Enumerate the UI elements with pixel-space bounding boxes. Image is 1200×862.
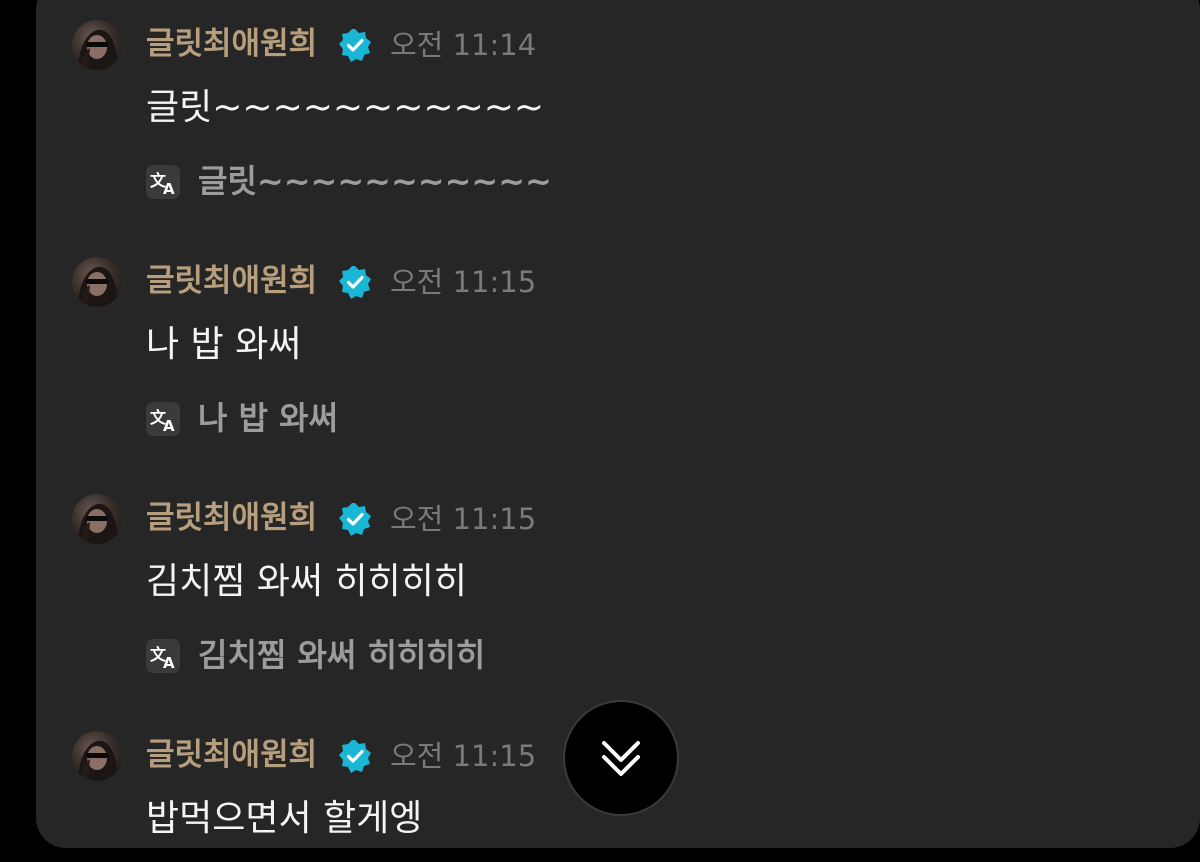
double-chevron-down-icon	[602, 741, 640, 776]
translate-icon[interactable]: 文 A	[146, 402, 180, 436]
message-text[interactable]: 나 밥 와써	[146, 323, 301, 367]
message-text[interactable]: 글릿~~~~~~~~~~~	[146, 86, 544, 130]
author-name[interactable]: 글릿최애원희	[146, 26, 317, 62]
verified-badge-icon	[339, 29, 371, 62]
message-time: 오전 11:15	[390, 502, 537, 536]
avatar[interactable]	[72, 20, 122, 70]
message-text[interactable]: 김치찜 와써 히히히히	[146, 560, 467, 604]
scroll-to-bottom-button[interactable]	[563, 700, 679, 816]
translation-text: 나 밥 와써	[198, 399, 339, 437]
avatar[interactable]	[72, 494, 122, 544]
message-time: 오전 11:15	[390, 739, 537, 773]
message-text[interactable]: 밥먹으면서 할게엥	[146, 797, 422, 841]
verified-badge-icon	[339, 740, 371, 773]
translate-icon[interactable]: 文 A	[146, 639, 180, 673]
svg-text:A: A	[163, 180, 175, 198]
avatar[interactable]	[72, 257, 122, 307]
translation-text: 김치찜 와써 히히히히	[198, 636, 486, 674]
avatar[interactable]	[72, 731, 122, 781]
translate-icon[interactable]: 文 A	[146, 165, 180, 199]
author-name[interactable]: 글릿최애원희	[146, 263, 317, 299]
verified-badge-icon	[339, 266, 371, 299]
svg-text:A: A	[163, 654, 175, 672]
author-name[interactable]: 글릿최애원희	[146, 500, 317, 536]
message-time: 오전 11:14	[390, 28, 537, 62]
verified-badge-icon	[339, 503, 371, 536]
translation-text: 글릿~~~~~~~~~~~	[198, 162, 552, 200]
message-time: 오전 11:15	[390, 265, 537, 299]
author-name[interactable]: 글릿최애원희	[146, 737, 317, 773]
svg-text:A: A	[163, 417, 175, 435]
